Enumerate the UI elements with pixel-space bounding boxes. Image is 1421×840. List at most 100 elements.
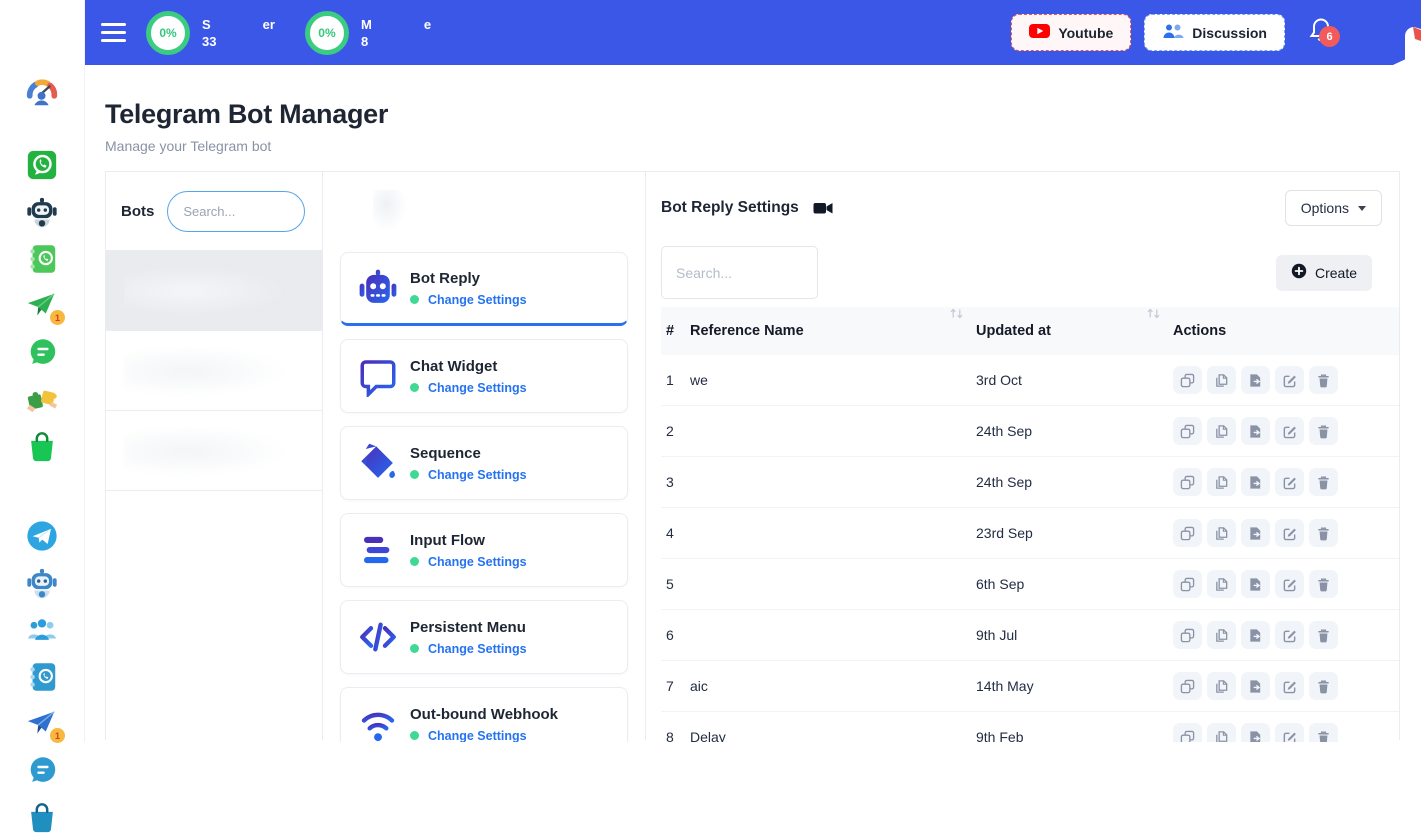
sort-icon[interactable] xyxy=(949,307,964,339)
delete-button[interactable] xyxy=(1309,621,1338,649)
settings-menu-card[interactable]: Bot Reply Change Settings xyxy=(340,252,628,326)
sidebar-icon-button[interactable] xyxy=(22,383,62,421)
sidebar-icon-button[interactable] xyxy=(22,195,62,233)
edit-button[interactable] xyxy=(1275,672,1304,700)
bots-search-input[interactable] xyxy=(167,191,305,232)
export-button[interactable] xyxy=(1241,621,1270,649)
delete-icon xyxy=(1316,730,1331,743)
clone-button[interactable] xyxy=(1173,519,1202,547)
chevron-down-icon xyxy=(1358,206,1366,211)
export-button[interactable] xyxy=(1241,519,1270,547)
page-subtitle: Manage your Telegram bot xyxy=(105,138,1421,154)
sidebar-icon-button[interactable]: 1 xyxy=(22,289,62,327)
change-settings-link[interactable]: Change Settings xyxy=(428,293,527,307)
reference-name: we xyxy=(690,372,976,388)
card-title: Input Flow xyxy=(410,532,527,549)
export-button[interactable] xyxy=(1241,723,1270,742)
sidebar-icon-button[interactable] xyxy=(22,336,62,374)
sidebar-icon-button[interactable] xyxy=(22,242,62,280)
clone-button[interactable] xyxy=(1173,621,1202,649)
delete-button[interactable] xyxy=(1309,468,1338,496)
edit-button[interactable] xyxy=(1275,621,1304,649)
notifications-button[interactable]: 6 xyxy=(1309,17,1333,48)
edit-button[interactable] xyxy=(1275,723,1304,742)
discussion-button[interactable]: Discussion xyxy=(1144,14,1285,51)
export-button[interactable] xyxy=(1241,417,1270,445)
export-button[interactable] xyxy=(1241,468,1270,496)
copy-button[interactable] xyxy=(1207,621,1236,649)
copy-button[interactable] xyxy=(1207,417,1236,445)
status-dot xyxy=(410,557,419,566)
col-header-num: # xyxy=(661,323,690,339)
sidebar-icon-button[interactable] xyxy=(22,801,62,839)
settings-menu-card[interactable]: Input Flow Change Settings xyxy=(340,513,628,587)
change-settings-link[interactable]: Change Settings xyxy=(428,729,527,743)
export-icon xyxy=(1248,475,1263,490)
sidebar-icon-button[interactable] xyxy=(22,754,62,792)
bot-list-item[interactable] xyxy=(106,411,322,491)
create-button[interactable]: Create xyxy=(1276,255,1372,291)
copy-button[interactable] xyxy=(1207,366,1236,394)
delete-button[interactable] xyxy=(1309,672,1338,700)
delete-button[interactable] xyxy=(1309,417,1338,445)
progress-ring: 0% xyxy=(146,11,190,55)
sidebar-icon-button[interactable] xyxy=(22,660,62,698)
clone-button[interactable] xyxy=(1173,366,1202,394)
delete-button[interactable] xyxy=(1309,723,1338,742)
page-content: Telegram Bot Manager Manage your Telegra… xyxy=(85,65,1421,742)
sort-icon[interactable] xyxy=(1146,307,1161,339)
change-settings-link[interactable]: Change Settings xyxy=(428,555,527,569)
whatsapp-icon xyxy=(25,148,59,187)
settings-menu-card[interactable]: Out-bound Webhook Change Settings xyxy=(340,687,628,742)
telegram-icon xyxy=(25,519,59,558)
card-title: Chat Widget xyxy=(410,358,527,375)
edit-button[interactable] xyxy=(1275,570,1304,598)
edit-button[interactable] xyxy=(1275,366,1304,394)
delete-button[interactable] xyxy=(1309,366,1338,394)
clone-button[interactable] xyxy=(1173,468,1202,496)
export-button[interactable] xyxy=(1241,672,1270,700)
clone-button[interactable] xyxy=(1173,723,1202,742)
sidebar-icon-button[interactable] xyxy=(22,76,62,114)
copy-button[interactable] xyxy=(1207,672,1236,700)
card-title: Bot Reply xyxy=(410,270,527,287)
bot-list-item[interactable] xyxy=(106,331,322,411)
sidebar-icon-button[interactable]: 1 xyxy=(22,707,62,745)
sidebar-icon-button[interactable] xyxy=(22,148,62,186)
menu-toggle-icon[interactable] xyxy=(101,18,126,47)
export-icon xyxy=(1248,679,1263,694)
sidebar-icon-button[interactable] xyxy=(22,613,62,651)
row-number: 6 xyxy=(661,627,690,643)
sidebar-icon-button[interactable] xyxy=(22,430,62,468)
sidebar-icon-button[interactable] xyxy=(22,566,62,604)
app-sidebar: 1 xyxy=(0,0,85,742)
delete-button[interactable] xyxy=(1309,570,1338,598)
settings-menu-card[interactable]: Chat Widget Change Settings xyxy=(340,339,628,413)
settings-menu-card[interactable]: Sequence Change Settings xyxy=(340,426,628,500)
change-settings-link[interactable]: Change Settings xyxy=(428,642,527,656)
integrations-puzzle-icon xyxy=(25,383,59,422)
bot-list-item[interactable] xyxy=(106,251,322,331)
copy-button[interactable] xyxy=(1207,723,1236,742)
delete-icon xyxy=(1316,475,1331,490)
clone-button[interactable] xyxy=(1173,672,1202,700)
edit-button[interactable] xyxy=(1275,417,1304,445)
video-tutorial-icon[interactable] xyxy=(813,200,833,216)
youtube-button[interactable]: Youtube xyxy=(1011,14,1131,51)
sidebar-icon-button[interactable] xyxy=(22,519,62,557)
options-button[interactable]: Options xyxy=(1285,190,1382,226)
change-settings-link[interactable]: Change Settings xyxy=(428,468,527,482)
table-search-input[interactable] xyxy=(661,246,818,299)
edit-button[interactable] xyxy=(1275,519,1304,547)
copy-button[interactable] xyxy=(1207,468,1236,496)
delete-button[interactable] xyxy=(1309,519,1338,547)
copy-button[interactable] xyxy=(1207,570,1236,598)
settings-menu-card[interactable]: Persistent Menu Change Settings xyxy=(340,600,628,674)
edit-button[interactable] xyxy=(1275,468,1304,496)
clone-button[interactable] xyxy=(1173,570,1202,598)
clone-button[interactable] xyxy=(1173,417,1202,445)
export-button[interactable] xyxy=(1241,366,1270,394)
copy-button[interactable] xyxy=(1207,519,1236,547)
export-button[interactable] xyxy=(1241,570,1270,598)
change-settings-link[interactable]: Change Settings xyxy=(428,381,527,395)
